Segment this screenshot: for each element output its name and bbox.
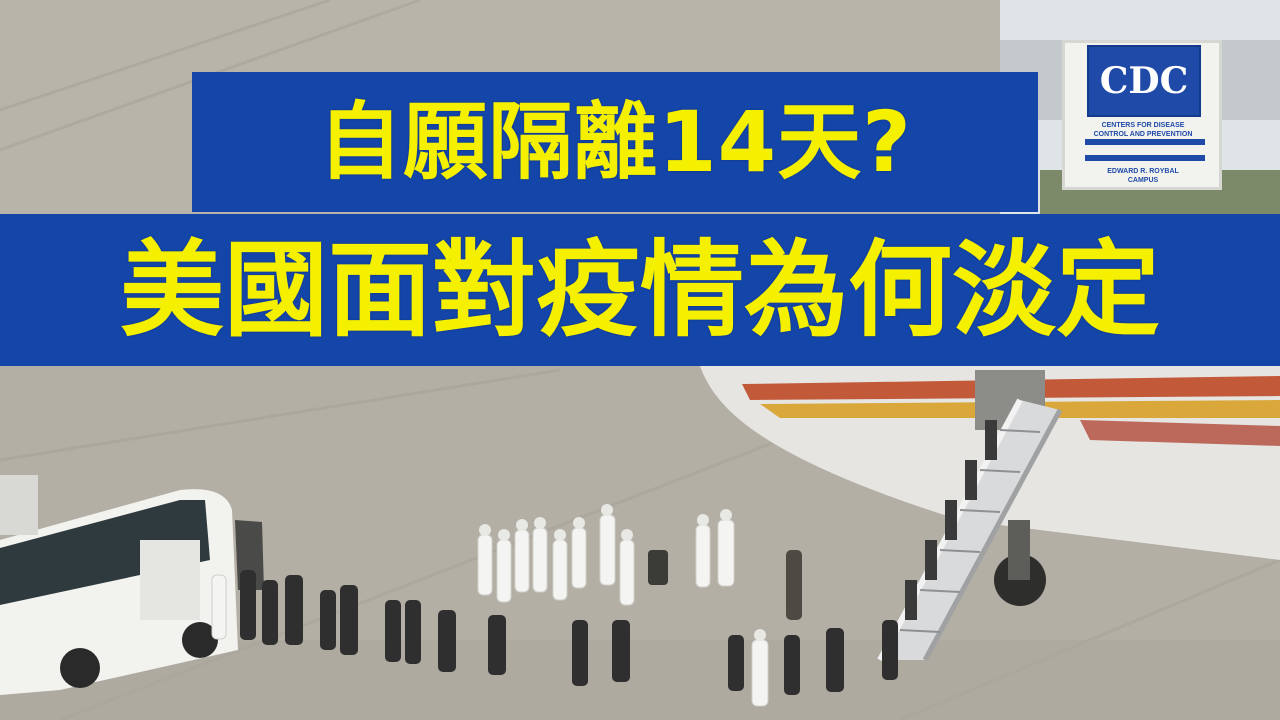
headline-line-1: 自願隔離14天? <box>318 93 912 191</box>
cdc-caption: CENTERS FOR DISEASE CONTROL AND PREVENTI… <box>1093 122 1193 139</box>
cdc-sign-stripe <box>1085 139 1205 145</box>
cdc-logo: CDC <box>1087 45 1201 117</box>
headline-line-2: 美國面對疫情為何淡定 <box>119 229 1160 351</box>
cdc-sign: CDC CENTERS FOR DISEASE CONTROL AND PREV… <box>1062 40 1222 190</box>
cdc-sign-stripe <box>1085 155 1205 161</box>
headline-banner-top: 自願隔離14天? <box>192 72 1038 212</box>
cdc-campus-label: EDWARD R. ROYBAL CAMPUS <box>1107 168 1179 185</box>
headline-banner-bottom: 美國面對疫情為何淡定 <box>0 214 1280 366</box>
